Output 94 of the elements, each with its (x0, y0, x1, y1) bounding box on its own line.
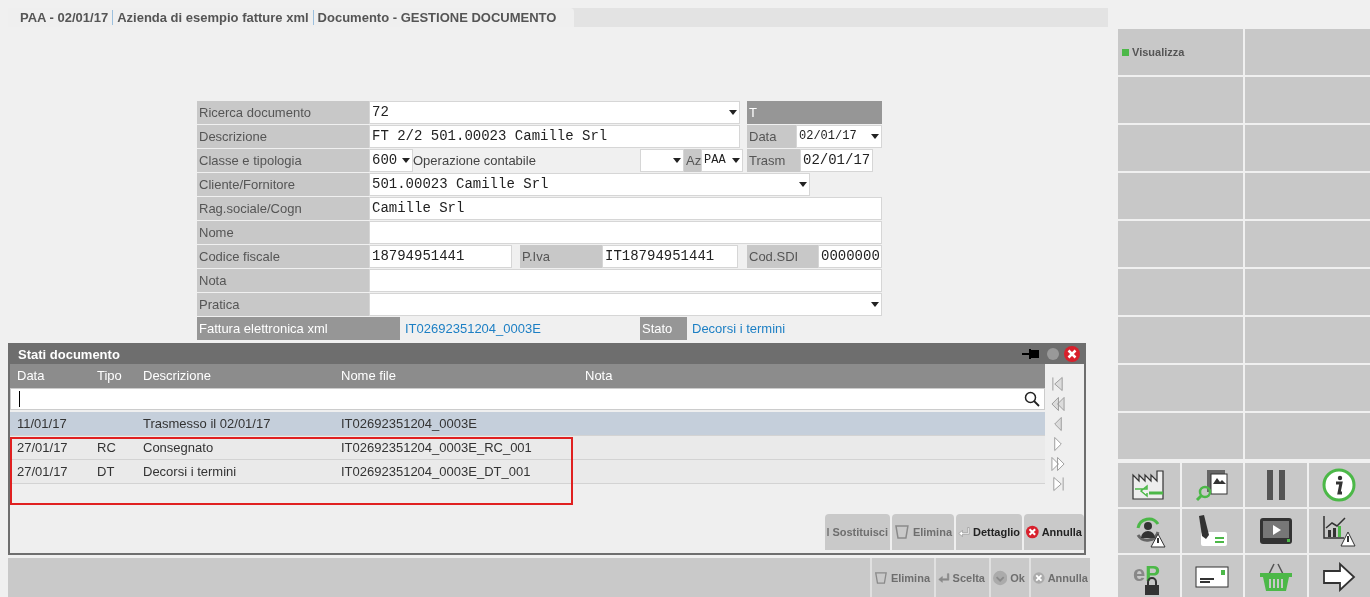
table-cell-text: Decorsi i termini (142, 463, 238, 479)
arrow-right-icon (1322, 562, 1357, 592)
field-label: Rag.sociale/Cogn (197, 196, 369, 220)
table-cell-text: DT (96, 463, 116, 479)
enter-icon (938, 570, 950, 585)
column-header: Nota (584, 368, 614, 384)
last-icon[interactable] (1050, 475, 1065, 492)
dropdown-field[interactable]: 600 (369, 148, 413, 172)
dropdown-field[interactable]: 501.00023 Camille Srl (369, 172, 810, 196)
pause-icon (1265, 469, 1286, 501)
table-cell-text: 27/01/17 (16, 439, 69, 455)
table-cell-text: 11/01/17 (16, 415, 68, 431)
dropdown-icon (871, 301, 879, 307)
table-cell-text: Trasmesso il 02/01/17 (142, 415, 272, 431)
dropdown-icon (732, 157, 740, 163)
field-label: Operazione contabile (413, 151, 537, 170)
dropdown-icon (673, 157, 681, 163)
field-label: Pratica (197, 292, 369, 316)
table-cell-text: IT02692351204_0003E_RC_001 (340, 439, 533, 455)
column-header: Nome file (340, 368, 397, 384)
field-label: Cliente/Fornitore (197, 172, 369, 196)
factory-icon (1130, 469, 1167, 501)
close-icon[interactable] (1064, 346, 1080, 363)
tool-button[interactable] (1245, 509, 1307, 553)
input-field[interactable]: 02/01/17 (800, 148, 873, 172)
field-label: Stato (640, 316, 687, 340)
next-page-icon[interactable] (1050, 455, 1065, 472)
breadcrumb-text: Documento - GESTIONE DOCUMENTO (312, 9, 561, 25)
input-field[interactable]: Camille Srl (369, 196, 882, 220)
tool-button[interactable] (1181, 463, 1243, 507)
chart-warning-icon (1322, 514, 1357, 548)
input-field[interactable] (369, 268, 882, 292)
input-field[interactable]: FT 2/2 501.00023 Camille Srl (369, 124, 740, 148)
input-field[interactable]: 18794951441 (369, 244, 512, 268)
status-label: T (747, 100, 882, 124)
dropdown-icon (799, 181, 807, 187)
dropdown-icon (871, 133, 879, 139)
dropdown-field[interactable]: PAA (701, 148, 743, 172)
tool-button[interactable] (1181, 509, 1243, 553)
tool-button[interactable] (1308, 555, 1370, 597)
panel-title: Stati documento (18, 346, 121, 362)
column-header: Descrizione (142, 368, 212, 384)
field-label: P.Iva (520, 244, 602, 268)
detail-button[interactable]: Dettaglio (956, 514, 1022, 550)
table-row[interactable]: 11/01/17 Trasmesso il 02/01/17 IT02692351204_0003E (10, 411, 1045, 436)
info-icon (1322, 468, 1357, 502)
field-label: Az (684, 148, 701, 172)
cancel-button[interactable]: Annulla (1024, 514, 1084, 550)
image-search-icon (1195, 468, 1230, 502)
table-cell-text: 27/01/17 (16, 463, 69, 479)
check-circle-icon (993, 569, 1008, 586)
cancel-icon (1026, 523, 1039, 541)
field-label: Nota (197, 268, 369, 292)
trash-icon (894, 524, 910, 540)
column-header: Tipo (96, 368, 123, 384)
input-field[interactable]: 0000000 (818, 244, 882, 268)
breadcrumb-text: Azienda di esempio fatture xml (112, 9, 313, 25)
tool-button[interactable] (1308, 509, 1370, 553)
field-label: Data (747, 124, 796, 148)
table-row[interactable]: 27/01/17 DT Decorsi i termini IT02692351204_0003E_DT_001 (10, 459, 1045, 484)
state-link[interactable]: Decorsi i termini (687, 316, 882, 340)
field-label: Classe e tipologia (197, 148, 369, 172)
field-label: Fattura elettronica xml (197, 316, 400, 340)
input-field[interactable]: IT18794951441 (602, 244, 738, 268)
trash-icon (874, 569, 888, 586)
xml-file-link[interactable]: IT02692351204_0003E (400, 316, 637, 340)
field-label: Codice fiscale (197, 244, 369, 268)
dropdown-icon (402, 157, 410, 163)
envelope-icon (1195, 566, 1230, 588)
field-label: Cod.SDI (747, 244, 818, 268)
search-icon[interactable] (1024, 390, 1040, 407)
dropdown-field[interactable] (640, 148, 684, 172)
tool-button[interactable] (1118, 509, 1180, 553)
breadcrumb-text: PAA - 02/01/17 (19, 9, 110, 25)
field-label: Nome (197, 220, 369, 244)
field-label: Ricerca documento (197, 100, 369, 124)
pin-icon[interactable] (1022, 348, 1040, 361)
field-label: Descrizione (197, 124, 369, 148)
dropdown-field[interactable]: 02/01/17 (796, 124, 882, 148)
table-cell-text: IT02692351204_0003E_DT_001 (340, 463, 532, 479)
dropdown-field[interactable] (369, 292, 882, 316)
input-field[interactable] (369, 220, 882, 244)
table-cell-text: RC (96, 439, 117, 455)
video-player-icon (1258, 517, 1293, 545)
basket-icon (1258, 562, 1293, 592)
dropdown-field[interactable]: 72 (369, 100, 740, 124)
table-cell-text: Consegnato (142, 439, 215, 455)
field-label: Trasm (747, 148, 800, 172)
dropdown-icon (729, 109, 737, 115)
column-header: Data (16, 368, 46, 384)
table-cell-text: IT02692351204_0003E (340, 415, 478, 431)
view-button[interactable]: Visualizza (1118, 29, 1243, 75)
filter-field[interactable] (10, 387, 1045, 410)
enter-icon (958, 525, 970, 539)
